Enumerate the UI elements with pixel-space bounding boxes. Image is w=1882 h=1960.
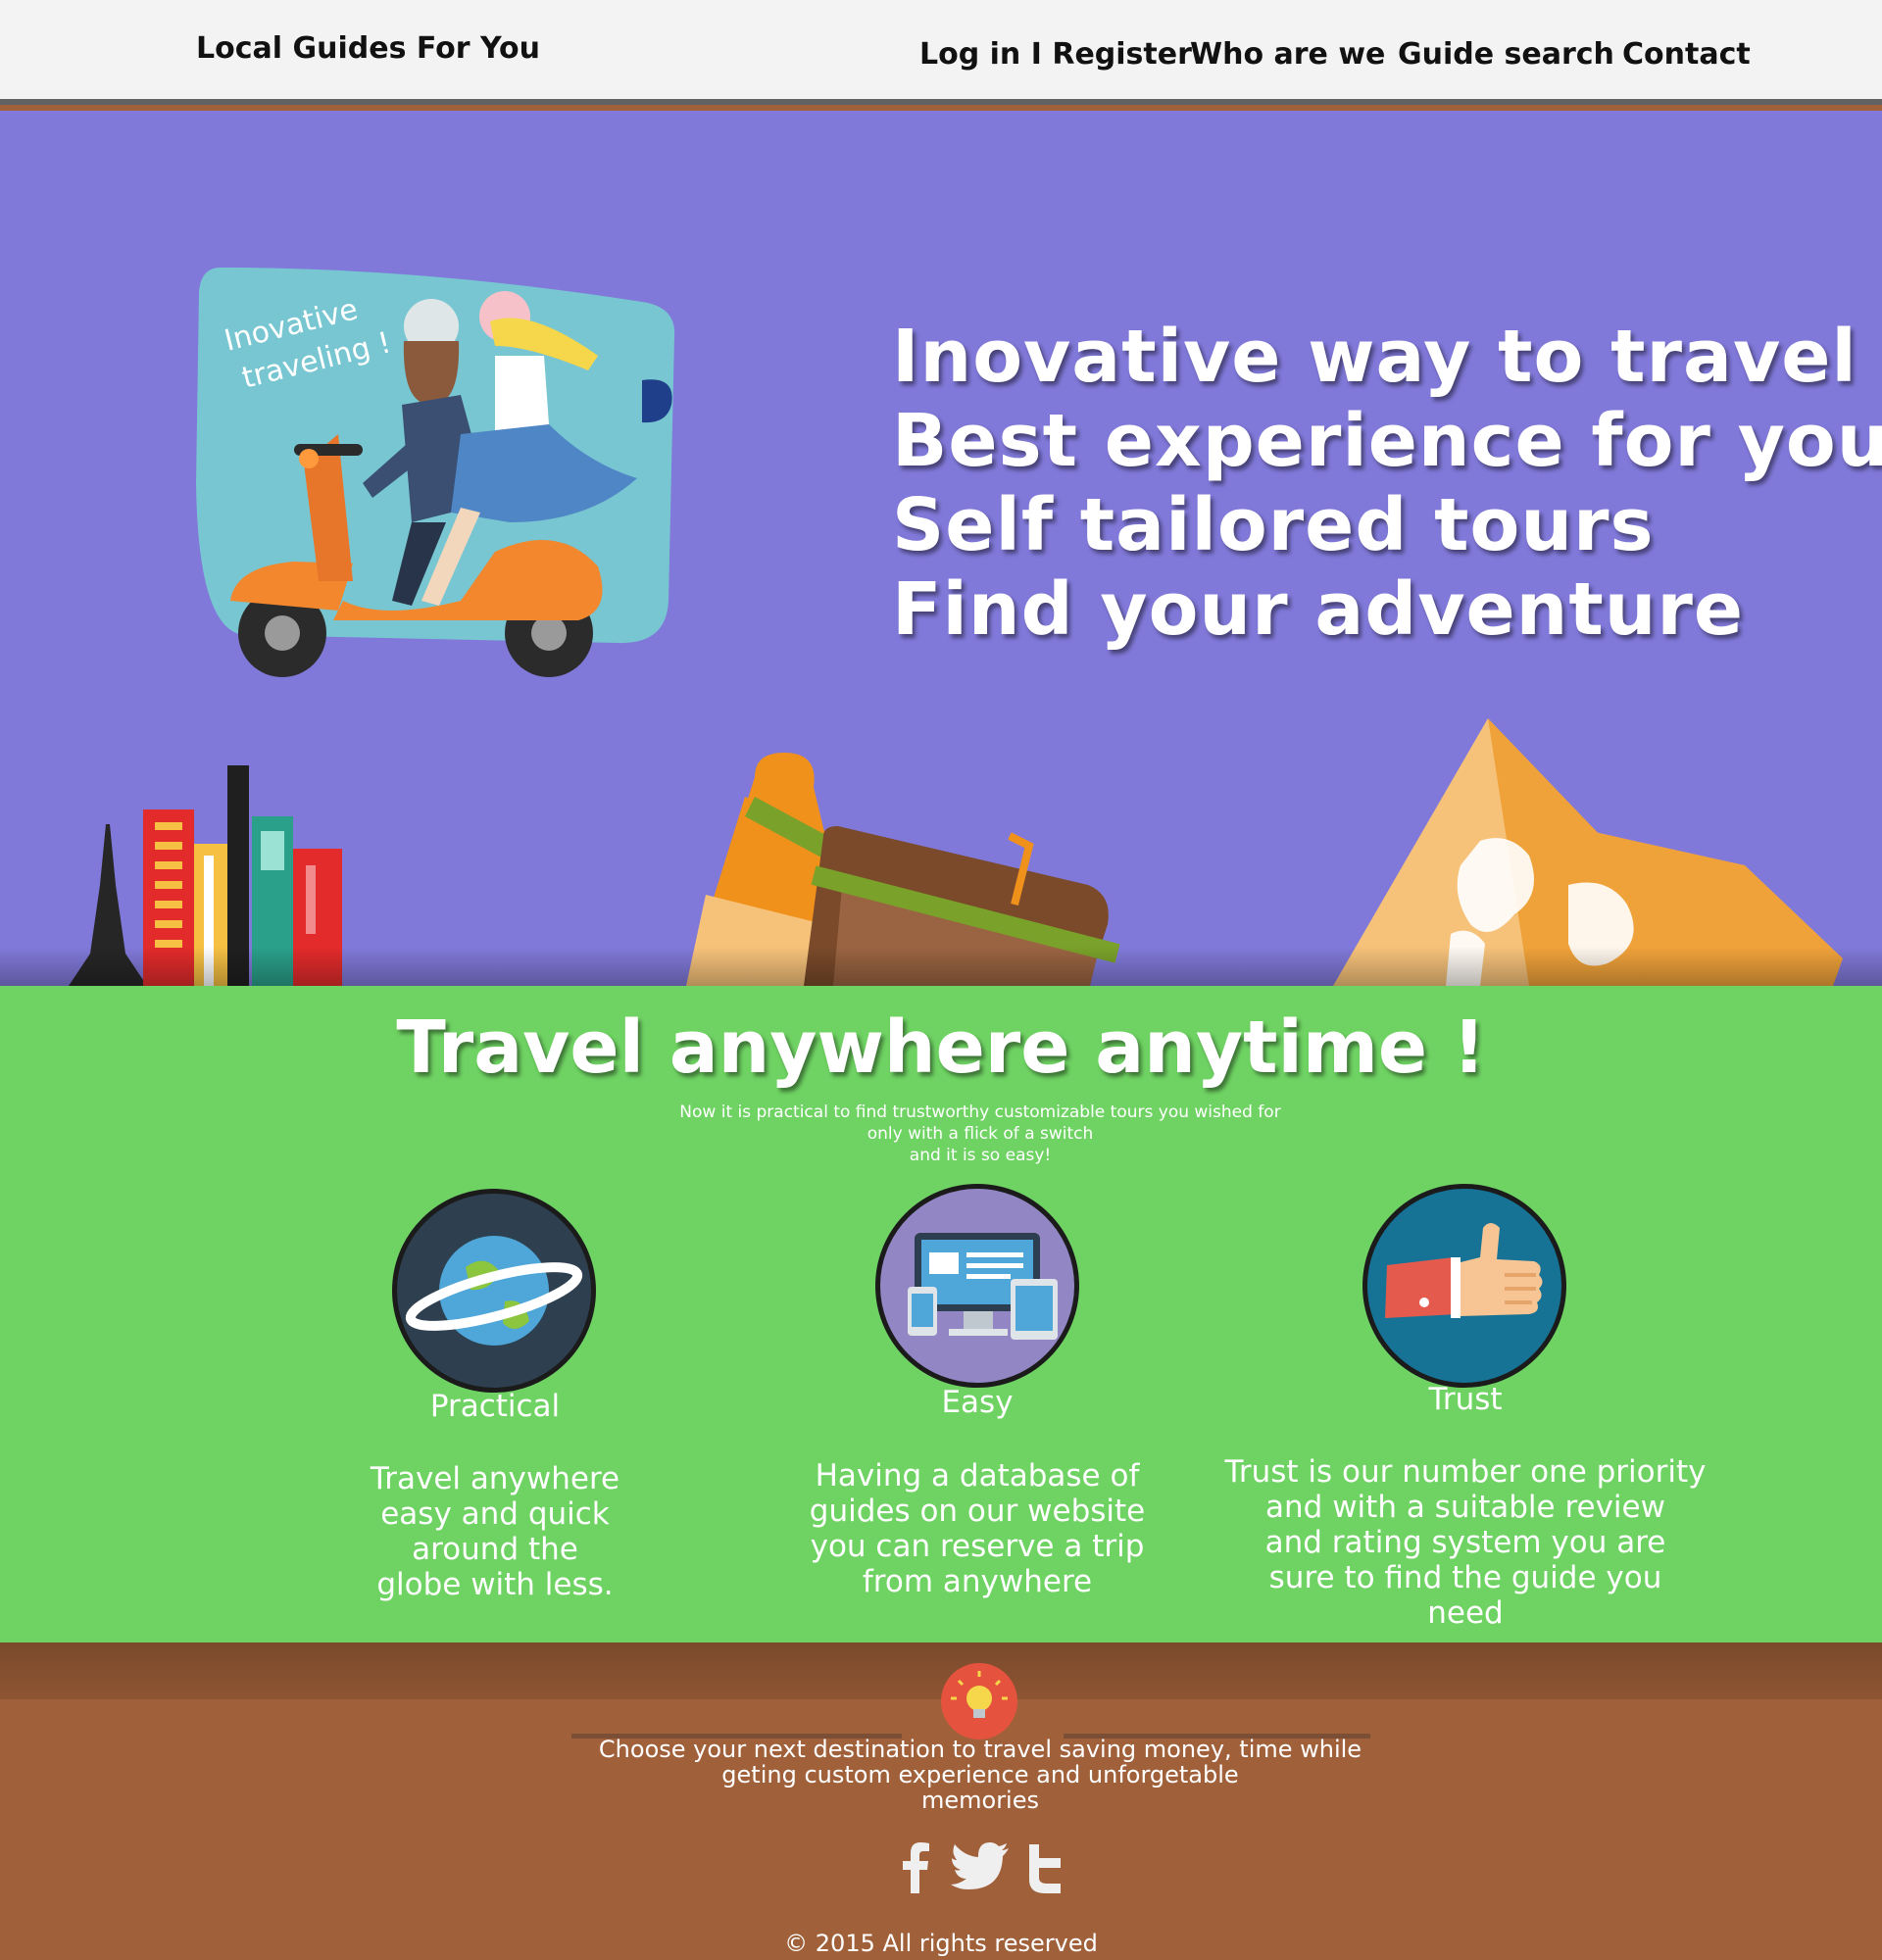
footer-tagline: Choose your next destination to travel s… xyxy=(549,1737,1412,1813)
twitter-icon[interactable] xyxy=(951,1842,1010,1893)
feature-desc-line: sure to find the guide you xyxy=(1268,1560,1662,1595)
features-title: Travel anywhere anytime ! xyxy=(396,1005,1486,1090)
feature-name-easy: Easy xyxy=(941,1385,1014,1420)
feature-desc-line: globe with less. xyxy=(376,1567,614,1602)
tumblr-icon[interactable] xyxy=(1025,1842,1065,1893)
site-header: Local Guides For You Log in I Register W… xyxy=(0,0,1882,105)
hero-bottom-shade xyxy=(0,947,1882,986)
feature-desc-line: around the xyxy=(412,1532,578,1567)
feature-desc-line: you can reserve a trip xyxy=(810,1529,1145,1564)
nav-contact[interactable]: Contact xyxy=(1622,37,1751,72)
features-section: Travel anywhere anytime ! Now it is prac… xyxy=(0,986,1882,1642)
hero-line-2: Best experience for you xyxy=(892,399,1882,483)
features-subtitle-line-2: only with a flick of a switch xyxy=(867,1124,1094,1144)
footer-tagline-line: geting custom experience and unforgetabl… xyxy=(721,1761,1239,1788)
feature-desc-easy: Having a database of guides on our websi… xyxy=(781,1458,1173,1599)
feature-desc-line: and with a suitable review xyxy=(1265,1490,1665,1525)
hero-line-3: Self tailored tours xyxy=(892,483,1655,567)
feature-desc-line: guides on our website xyxy=(809,1494,1146,1529)
nav-who-are-we[interactable]: Who are we xyxy=(1190,37,1385,72)
copyright-text: © 2015 All rights reserved xyxy=(784,1930,1098,1957)
feature-desc-line: need xyxy=(1427,1595,1504,1631)
devices-icon xyxy=(875,1184,1079,1388)
globe-icon xyxy=(392,1189,596,1393)
site-brand[interactable]: Local Guides For You xyxy=(196,31,540,66)
feature-desc-trust: Trust is our number one priority and wit… xyxy=(1211,1454,1720,1631)
feature-desc-line: Having a database of xyxy=(815,1458,1140,1494)
scooter-badge-image: Inovative traveling ! xyxy=(196,268,675,677)
site-footer: Choose your next destination to travel s… xyxy=(0,1642,1882,1960)
lightbulb-icon xyxy=(941,1663,1017,1740)
feature-desc-line: from anywhere xyxy=(862,1564,1093,1599)
features-subtitle: Now it is practical to find trustworthy … xyxy=(588,1102,1372,1166)
feature-desc-line: Travel anywhere xyxy=(370,1461,620,1496)
feature-desc-line: Trust is our number one priority xyxy=(1224,1454,1707,1490)
hero-line-1: Inovative way to travel xyxy=(892,315,1857,399)
feature-desc-line: and rating system you are xyxy=(1264,1525,1666,1560)
features-subtitle-line-1: Now it is practical to find trustworthy … xyxy=(679,1102,1281,1122)
feature-name-practical: Practical xyxy=(429,1389,561,1424)
hero-line-4: Find your adventure xyxy=(892,567,1745,652)
feature-desc-practical: Travel anywhere easy and quick around th… xyxy=(299,1461,691,1602)
facebook-icon[interactable] xyxy=(898,1842,933,1893)
footer-tagline-line: memories xyxy=(920,1787,1039,1814)
footer-tagline-line: Choose your next destination to travel s… xyxy=(598,1736,1362,1763)
hero-section: Inovative traveling ! Inovative way to t… xyxy=(0,111,1882,986)
feature-name-trust: Trust xyxy=(1428,1382,1503,1417)
features-subtitle-line-3: and it is so easy! xyxy=(909,1146,1052,1165)
nav-login-register[interactable]: Log in I Register xyxy=(919,37,1192,72)
thumbs-up-icon xyxy=(1362,1184,1566,1388)
feature-desc-line: easy and quick xyxy=(380,1496,610,1532)
nav-guide-search[interactable]: Guide search xyxy=(1398,37,1614,72)
